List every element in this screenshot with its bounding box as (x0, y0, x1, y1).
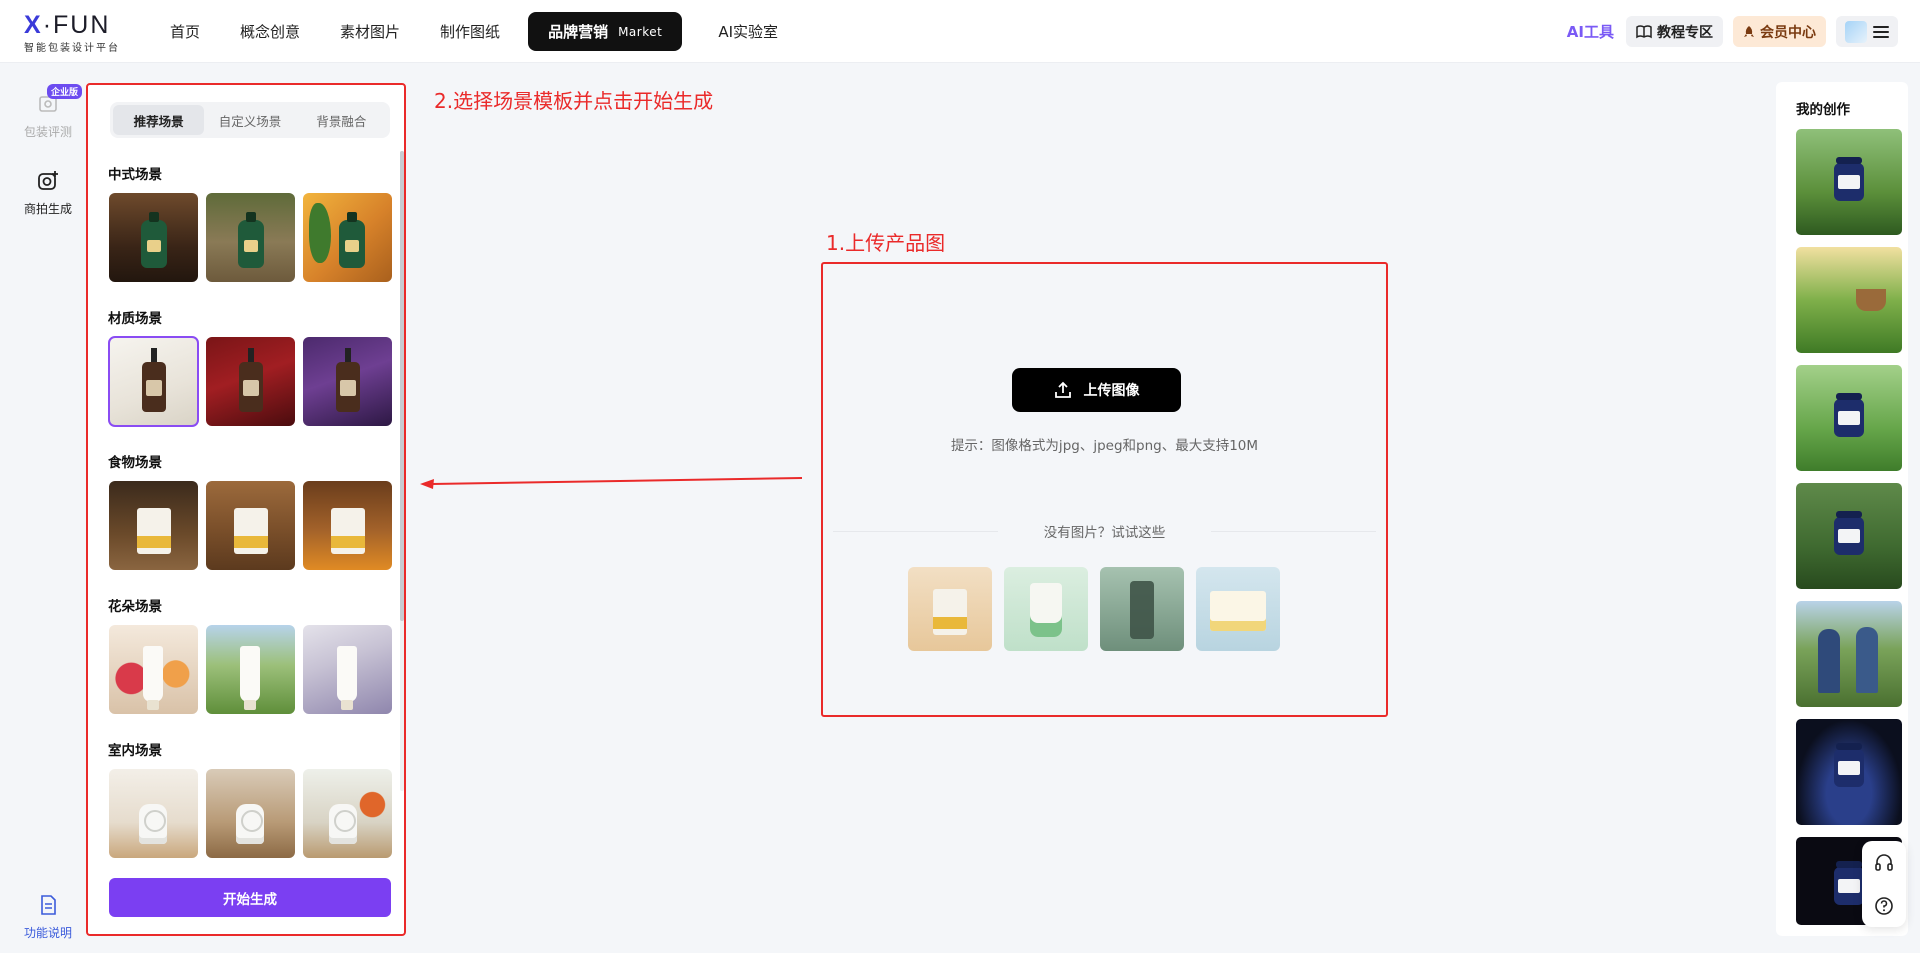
my-works-panel: 我的创作 (1776, 82, 1908, 936)
sample-image[interactable] (1100, 567, 1184, 651)
creation-thumb[interactable] (1796, 365, 1902, 471)
sample-images (908, 567, 1280, 651)
scene-row-food (109, 481, 392, 570)
tab-background-blend[interactable]: 背景融合 (296, 105, 387, 135)
nav-material-images[interactable]: 素材图片 (320, 12, 420, 51)
nav-concept-creative[interactable]: 概念创意 (220, 12, 320, 51)
enterprise-badge: 企业版 (47, 84, 83, 99)
scene-tabs: 推荐场景 自定义场景 背景融合 (110, 102, 390, 138)
section-title-chinese: 中式场景 (108, 167, 162, 183)
panel-scrollbar-thumb[interactable] (400, 151, 404, 621)
nav-ai-lab[interactable]: AI实验室 (698, 12, 798, 51)
user-menu[interactable] (1836, 16, 1898, 47)
rail-help[interactable]: 功能说明 (20, 893, 76, 941)
rail-product-shot-label: 商拍生成 (23, 202, 72, 216)
question-icon[interactable] (1874, 896, 1894, 916)
scene-thumb[interactable] (206, 337, 295, 426)
document-icon (41, 895, 56, 915)
main-nav: 首页 概念创意 素材图片 制作图纸 品牌营销 Market AI实验室 (150, 12, 798, 51)
step1-annotation: 1.上传产品图 (826, 231, 946, 255)
creation-thumb[interactable] (1796, 129, 1902, 235)
scene-thumb[interactable] (109, 625, 198, 714)
rail-package-review-label: 包装评测 (23, 125, 72, 139)
scene-thumb[interactable] (109, 193, 198, 282)
scene-thumb[interactable] (303, 769, 392, 858)
rocket-icon (1744, 25, 1754, 37)
ai-tools-link[interactable]: AI工具 (1567, 21, 1614, 42)
start-generate-button[interactable]: 开始生成 (109, 878, 391, 917)
camera-plus-icon (38, 171, 58, 190)
hamburger-menu-icon[interactable] (1873, 25, 1889, 38)
section-title-food: 食物场景 (108, 455, 162, 471)
creation-thumb[interactable] (1796, 601, 1902, 707)
step2-annotation: 2.选择场景模板并点击开始生成 (434, 89, 714, 113)
panel-scrollbar[interactable] (400, 151, 404, 791)
tutorial-button[interactable]: 教程专区 (1626, 16, 1723, 47)
upload-image-button[interactable]: 上传图像 (1012, 368, 1181, 412)
creation-thumb[interactable] (1796, 483, 1902, 589)
tab-custom-scene[interactable]: 自定义场景 (204, 105, 295, 135)
nav-home[interactable]: 首页 (150, 12, 220, 51)
scene-thumb[interactable] (206, 769, 295, 858)
floating-help-toolbar (1862, 841, 1906, 927)
scene-row-material (108, 336, 392, 427)
book-icon (1636, 24, 1652, 38)
sample-image[interactable] (1196, 567, 1280, 651)
headset-icon[interactable] (1874, 853, 1894, 873)
sample-image[interactable] (1004, 567, 1088, 651)
scene-thumb[interactable] (303, 193, 392, 282)
section-title-indoor: 室内场景 (108, 743, 162, 759)
annotation-arrow (420, 477, 802, 489)
scene-thumb[interactable] (303, 337, 392, 426)
xfun-logo[interactable]: X·FUN 智能包装设计平台 (24, 12, 134, 54)
creation-thumb[interactable] (1796, 247, 1902, 353)
section-title-flower: 花朵场景 (108, 599, 162, 615)
nav-brand-marketing[interactable]: 品牌营销 Market (528, 12, 683, 51)
rail-product-shot[interactable]: 商拍生成 (20, 169, 76, 217)
nav-market-tag: Market (618, 24, 663, 39)
upload-icon (1054, 381, 1071, 398)
upload-format-tip: 提示：图像格式为jpg、jpeg和png、最大支持10M (950, 438, 1259, 454)
logo-mark-x: X (24, 11, 43, 39)
creation-thumb[interactable] (1796, 719, 1902, 825)
sample-image[interactable] (908, 567, 992, 651)
member-center-button[interactable]: 会员中心 (1733, 16, 1826, 47)
logo-mark-text: ·FUN (42, 11, 111, 39)
scene-template-panel: 推荐场景 自定义场景 背景融合 中式场景 材质场景 食物场景 花朵场景 室内场景… (86, 83, 406, 936)
section-title-material: 材质场景 (108, 311, 162, 327)
tab-recommended-scenes[interactable]: 推荐场景 (113, 105, 205, 135)
nav-drawings[interactable]: 制作图纸 (420, 12, 520, 51)
try-samples-label: 没有图片？试试这些 (833, 521, 1376, 541)
rail-help-label: 功能说明 (23, 926, 72, 940)
scene-row-indoor (109, 769, 392, 858)
scene-thumb[interactable] (109, 481, 198, 570)
top-right-actions: AI工具 教程专区 会员中心 (1567, 16, 1898, 47)
scene-thumb[interactable] (206, 625, 295, 714)
top-navigation-bar: X·FUN 智能包装设计平台 首页 概念创意 素材图片 制作图纸 品牌营销 Ma… (0, 0, 1920, 63)
scene-thumb[interactable] (303, 481, 392, 570)
logo-subtitle: 智能包装设计平台 (24, 43, 120, 54)
my-works-title: 我的创作 (1796, 102, 1850, 118)
scene-thumb[interactable] (303, 625, 392, 714)
scene-row-flower (109, 625, 392, 714)
scene-thumb[interactable] (109, 769, 198, 858)
scene-thumb[interactable] (206, 481, 295, 570)
rail-package-review[interactable]: 企业版 包装评测 (20, 84, 83, 140)
avatar[interactable] (1845, 20, 1867, 43)
scene-row-chinese (109, 193, 392, 282)
upload-dropzone[interactable]: 上传图像 提示：图像格式为jpg、jpeg和png、最大支持10M 没有图片？试… (821, 262, 1388, 717)
scene-thumb-selected[interactable] (108, 336, 199, 427)
scene-thumb[interactable] (206, 193, 295, 282)
